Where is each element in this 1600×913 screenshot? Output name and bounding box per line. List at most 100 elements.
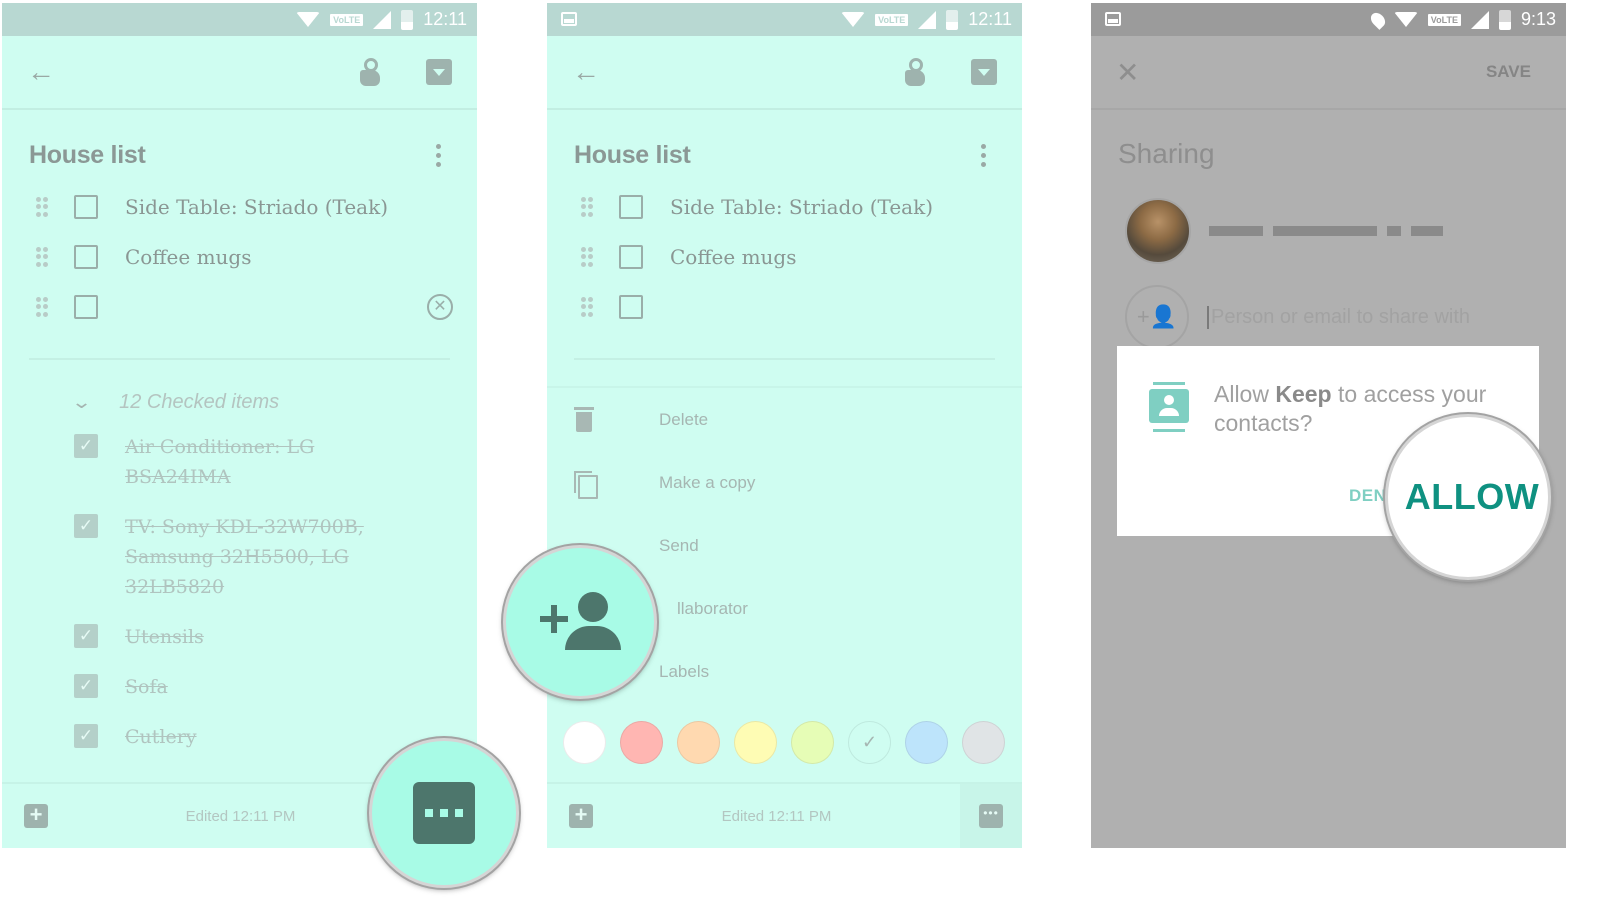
checked-item-text[interactable]: Air Conditioner: LG BSA24IMA <box>125 432 325 492</box>
close-icon[interactable]: ✕ <box>1116 56 1139 89</box>
color-swatch[interactable] <box>677 721 720 764</box>
drag-handle-icon[interactable] <box>581 247 593 267</box>
status-time: 12:11 <box>423 9 467 29</box>
checked-item: ✓ TV: Sony KDL-32W700B, Samsung 32H5500,… <box>2 512 477 602</box>
wifi-icon <box>1393 12 1418 27</box>
copy-icon <box>574 470 598 499</box>
checked-checkbox[interactable]: ✓ <box>74 514 98 538</box>
list-item <box>547 282 1022 332</box>
checkbox[interactable] <box>74 245 98 269</box>
item-text[interactable]: Coffee mugs <box>125 245 477 269</box>
hand-pointer-icon[interactable] <box>903 58 927 86</box>
status-time: 9:13 <box>1520 9 1556 29</box>
volte-badge: VoLTE <box>330 13 364 26</box>
image-notification-icon <box>1105 12 1121 26</box>
checked-item: ✓ Utensils <box>2 622 477 652</box>
checked-checkbox[interactable]: ✓ <box>74 434 98 458</box>
item-text[interactable]: Coffee mugs <box>670 245 1022 269</box>
color-swatch[interactable] <box>734 721 777 764</box>
screen-note-view: VoLTE 12:11 ← House list Side Table: Str… <box>2 3 477 848</box>
screen-note-menu: VoLTE 12:11 ← House list Side Table: Str… <box>547 3 1022 848</box>
more-horizontal-icon: ••• <box>979 804 1003 828</box>
clear-item-icon[interactable]: ✕ <box>427 294 453 320</box>
menu-item-make-copy[interactable]: Make a copy <box>547 451 1022 514</box>
unchecked-list: Side Table: Striado (Teak) Coffee mugs ✕ <box>2 182 477 332</box>
avatar <box>1125 198 1191 264</box>
share-email-input[interactable] <box>1207 305 1507 329</box>
checkbox[interactable] <box>619 195 643 219</box>
more-options-button[interactable]: ••• <box>960 784 1022 848</box>
item-text[interactable]: Side Table: Striado (Teak) <box>125 195 477 219</box>
menu-label: Send <box>659 535 699 555</box>
wifi-icon <box>296 12 321 27</box>
volte-badge: VoLTE <box>875 13 909 26</box>
list-item: Side Table: Striado (Teak) <box>547 182 1022 232</box>
battery-icon <box>401 9 414 30</box>
drag-handle-icon[interactable] <box>36 197 48 217</box>
hand-pointer-icon[interactable] <box>358 58 382 86</box>
checkbox[interactable] <box>74 295 98 319</box>
edited-timestamp: Edited 12:11 PM <box>721 807 832 825</box>
checked-checkbox[interactable]: ✓ <box>74 674 98 698</box>
checkbox[interactable] <box>619 295 643 319</box>
status-bar: VoLTE 12:11 <box>547 3 1022 36</box>
status-bar: VoLTE 12:11 <box>2 3 477 36</box>
add-person-icon[interactable] <box>540 592 621 652</box>
checked-item-text[interactable]: Sofa <box>125 672 385 702</box>
divider <box>574 358 995 360</box>
drag-handle-icon[interactable] <box>581 197 593 217</box>
app-bar: ✕ SAVE <box>1091 36 1566 110</box>
checked-item-text[interactable]: Utensils <box>125 622 385 652</box>
note-title[interactable]: House list <box>29 141 436 170</box>
color-swatch[interactable] <box>905 721 948 764</box>
deny-button[interactable]: DEN <box>1349 486 1386 506</box>
checkbox[interactable] <box>619 245 643 269</box>
status-time: 12:11 <box>968 9 1012 29</box>
image-notification-icon <box>561 12 577 26</box>
color-swatch[interactable]: ✓ <box>848 721 891 764</box>
archive-icon[interactable] <box>426 59 452 85</box>
checked-checkbox[interactable]: ✓ <box>74 624 98 648</box>
checked-item: ✓ Sofa <box>2 672 477 702</box>
checked-list: ✓ Air Conditioner: LG BSA24IMA ✓ TV: Son… <box>2 432 477 752</box>
item-text[interactable]: Side Table: Striado (Teak) <box>670 195 1022 219</box>
list-item: ✕ <box>2 282 477 332</box>
list-item: Coffee mugs <box>2 232 477 282</box>
list-item: Side Table: Striado (Teak) <box>2 182 477 232</box>
checked-item-text[interactable]: Cutlery <box>125 722 385 752</box>
menu-item-delete[interactable]: Delete <box>547 388 1022 451</box>
location-icon <box>1367 9 1388 30</box>
signal-icon <box>1470 10 1489 29</box>
list-item: Coffee mugs <box>547 232 1022 282</box>
arrow-left-icon[interactable]: ← <box>572 56 600 88</box>
note-title[interactable]: House list <box>574 141 981 170</box>
save-button[interactable]: SAVE <box>1486 62 1531 82</box>
color-swatch[interactable] <box>962 721 1005 764</box>
contacts-icon <box>1149 382 1189 432</box>
allow-button[interactable]: ALLOW <box>1405 476 1539 518</box>
add-person-icon: +👤 <box>1125 285 1189 349</box>
checked-items-label: 12 Checked items <box>119 390 280 413</box>
color-swatch[interactable] <box>563 721 606 764</box>
kebab-menu-icon[interactable] <box>436 143 442 167</box>
drag-handle-icon[interactable] <box>581 297 593 317</box>
color-swatch[interactable] <box>620 721 663 764</box>
archive-icon[interactable] <box>971 59 997 85</box>
checked-checkbox[interactable]: ✓ <box>74 724 98 748</box>
kebab-menu-icon[interactable] <box>981 143 987 167</box>
checked-item: ✓ Air Conditioner: LG BSA24IMA <box>2 432 477 492</box>
plus-box-icon[interactable]: + <box>569 804 593 828</box>
drag-handle-icon[interactable] <box>36 247 48 267</box>
status-bar: VoLTE 9:13 <box>1091 3 1566 36</box>
color-swatch[interactable] <box>791 721 834 764</box>
checked-item-text[interactable]: TV: Sony KDL-32W700B, Samsung 32H5500, L… <box>125 512 375 602</box>
plus-box-icon[interactable]: + <box>24 804 48 828</box>
more-horizontal-icon[interactable] <box>413 782 475 844</box>
volte-badge: VoLTE <box>1427 13 1461 26</box>
color-picker: ✓ <box>547 721 1022 764</box>
arrow-left-icon[interactable]: ← <box>27 56 55 88</box>
wifi-icon <box>841 12 866 27</box>
menu-label: llaborator <box>677 598 748 618</box>
drag-handle-icon[interactable] <box>36 297 48 317</box>
checkbox[interactable] <box>74 195 98 219</box>
